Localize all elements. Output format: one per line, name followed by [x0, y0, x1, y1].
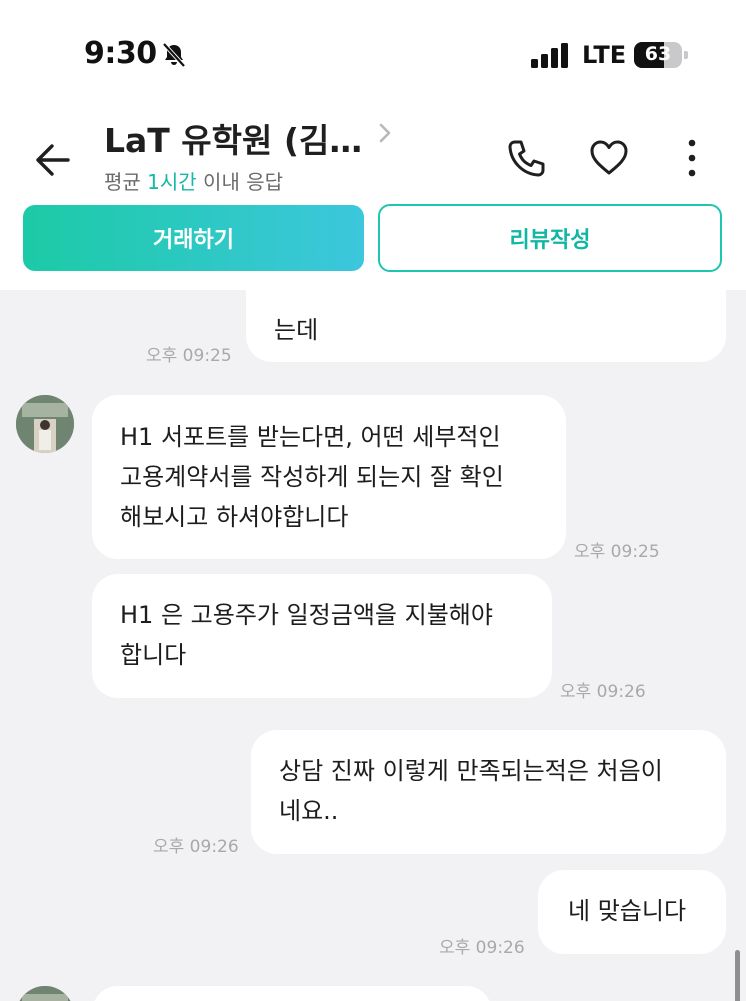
message-bubble-received: H1 은 고용주가 일정금액을 지불해야 합니다 [92, 574, 552, 698]
chat-title[interactable]: LaT 유학원 (김… [104, 114, 362, 162]
message-bubble-sent: 상담 진짜 이렇게 만족되는적은 처음이 네요.. [251, 730, 726, 854]
bell-muted-icon [162, 42, 186, 68]
avatar [16, 986, 74, 1001]
message-line: 해보시고 하셔야합니다 [120, 503, 349, 531]
phone-button[interactable] [502, 134, 550, 182]
phone-icon [508, 140, 545, 177]
message-line: 네요.. [279, 797, 339, 825]
message-bubble-sent: 는데 [246, 290, 726, 362]
write-review-button[interactable]: 리뷰작성 [378, 204, 722, 272]
chat-header: LaT 유학원 (김… 평균 1시간 이내 응답 거래하기 리뷰작성 [0, 100, 746, 290]
more-vertical-icon [688, 139, 696, 177]
message-line: H1 서포트를 받는다면, 어떤 세부적인 [120, 423, 501, 451]
chevron-right-icon[interactable] [374, 122, 396, 144]
message-line: 네 맞습니다 [568, 897, 687, 925]
message-timestamp: 오후 09:26 [439, 938, 525, 958]
network-type: LTE [582, 41, 627, 69]
scrollbar[interactable] [735, 950, 740, 1001]
message-timestamp: 오후 09:26 [153, 837, 239, 857]
message-bubble-sent: 네 맞습니다 [538, 870, 726, 954]
message-line: 상담 진짜 이렇게 만족되는적은 처음이 [279, 757, 663, 785]
battery-icon: 63 [634, 42, 688, 68]
favorite-button[interactable] [585, 134, 633, 182]
response-time: 평균 1시간 이내 응답 [104, 170, 284, 194]
status-time: 9:30 [84, 36, 157, 71]
message-timestamp: 오후 09:25 [574, 542, 660, 562]
cellular-signal-icon [531, 43, 568, 68]
more-options-button[interactable] [668, 134, 716, 182]
heart-icon [590, 140, 628, 175]
back-arrow-icon[interactable] [30, 138, 74, 182]
status-bar: 9:30 LTE 63 [0, 0, 746, 100]
message-line: H1 은 고용주가 일정금액을 지불해야 [120, 601, 493, 629]
message-timestamp: 오후 09:26 [560, 682, 646, 702]
response-time-highlight: 1시간 [147, 170, 197, 194]
message-line: 합니다 [120, 641, 187, 669]
message-bubble-received [92, 986, 492, 1001]
clipped-message-line [274, 290, 698, 310]
message-line: 고용계약서를 작성하게 되는지 잘 확인 [120, 463, 504, 491]
avatar [16, 395, 74, 453]
trade-button[interactable]: 거래하기 [23, 205, 364, 271]
message-bubble-received: H1 서포트를 받는다면, 어떤 세부적인 고용계약서를 작성하게 되는지 잘 … [92, 395, 566, 559]
battery-percent: 63 [644, 43, 672, 65]
message-line: 는데 [274, 316, 319, 344]
chat-messages[interactable]: 는데 오후 09:25 H1 서포트를 받는다면, 어떤 세부적인 고용계약서를… [0, 290, 746, 1001]
message-timestamp: 오후 09:25 [146, 346, 232, 366]
